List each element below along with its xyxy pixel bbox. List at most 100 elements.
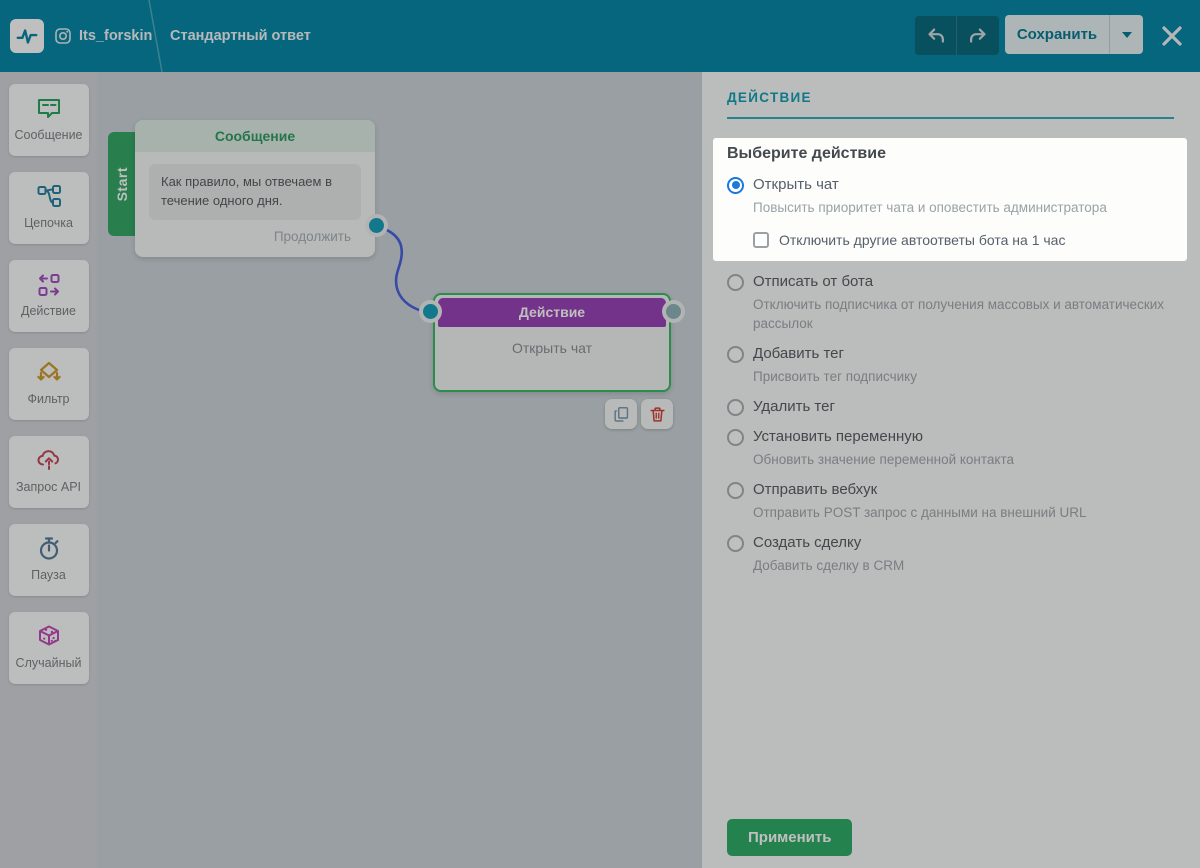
radio-unselected[interactable] [727,273,744,291]
duplicate-node-button[interactable] [605,399,637,429]
checkbox-unchecked[interactable] [753,232,769,248]
undo-icon [927,27,944,43]
random-icon [38,625,59,646]
option-description: Повысить приоритет чата и оповестить адм… [753,200,1107,215]
option-label[interactable]: Добавить тег [753,345,844,363]
option-label[interactable]: Установить переменную [753,428,923,446]
message-node-title: Сообщение [135,120,375,152]
option-description: Отправить POST запрос с данными на внешн… [753,505,1087,520]
action-option-add-tag: Добавить тег Присвоить тег подписчику [727,345,1174,386]
radio-selected[interactable] [727,176,744,194]
close-icon [1162,26,1182,46]
option-description: Присвоить тег подписчику [753,369,917,384]
action-settings-panel: ДЕЙСТВИЕ Выберите действие Открыть чат П… [702,72,1200,868]
trash-icon [649,406,665,422]
filter-icon [36,361,61,381]
continue-link[interactable]: Продолжить [135,229,351,244]
radio-unselected[interactable] [727,345,744,363]
option-description: Отключить подписчика от получения массов… [753,297,1165,331]
sidebar-item-label: Действие [21,304,76,318]
radio-unselected[interactable] [727,481,744,499]
message-node-text: Как правило, мы отвечаем в течение одног… [149,164,361,220]
radio-unselected[interactable] [727,428,744,446]
app-logo[interactable] [10,19,44,53]
caret-down-icon [1121,31,1132,38]
apply-button[interactable]: Применить [727,819,853,856]
redo-button[interactable] [957,16,999,55]
option-label[interactable]: Отписать от бота [753,273,873,291]
start-tab-label: Start [113,166,130,202]
option-row[interactable]: Открыть чат [727,176,1173,194]
output-connection-dot[interactable] [369,217,384,233]
sidebar-item-label: Фильтр [27,392,70,406]
sidebar-item-label: Запрос API [15,480,82,494]
option-label[interactable]: Создать сделку [753,534,861,552]
sidebar-item-label: Пауза [31,568,66,582]
save-dropdown-toggle[interactable] [1109,15,1143,54]
start-tab[interactable]: Start [108,132,135,236]
message-node[interactable]: Сообщение Как правило, мы отвечаем в теч… [135,120,384,257]
pulse-logo-icon [16,29,38,44]
option-row[interactable]: Отписать от бота [727,273,1174,291]
close-editor-button[interactable] [1158,23,1186,49]
sidebar-item-api-request[interactable]: Запрос API [8,436,89,508]
highlighted-choose-action-section: Выберите действие Открыть чат Повысить п… [713,138,1187,261]
action-node-selected[interactable]: Действие Открыть чат [423,293,681,392]
action-option-unsubscribe: Отписать от бота Отключить подписчика от… [727,273,1174,333]
radio-unselected[interactable] [727,398,744,416]
panel-title-rule [727,117,1174,119]
action-icon [38,274,59,296]
sidebar-item-chain[interactable]: Цепочка [8,172,89,244]
history-controls [915,16,999,55]
action-node-title: Действие [438,298,666,327]
sidebar-item-message[interactable]: Сообщение [8,84,89,156]
disable-autoreplies-row[interactable]: Отключить другие автоответы бота на 1 ча… [753,232,1173,248]
option-row[interactable]: Установить переменную [727,428,1174,446]
sidebar-item-action[interactable]: Действие [8,260,89,332]
action-option-set-variable: Установить переменную Обновить значение … [727,428,1174,469]
option-label[interactable]: Открыть чат [753,176,839,194]
chain-icon [37,185,61,207]
action-option-remove-tag: Удалить тег [727,398,1174,416]
sidebar-item-pause[interactable]: Пауза [8,524,89,596]
pause-icon [39,537,58,560]
option-row[interactable]: Удалить тег [727,398,1174,416]
section-heading: Выберите действие [727,145,886,162]
option-row[interactable]: Отправить вебхук [727,481,1174,499]
option-row[interactable]: Добавить тег [727,345,1174,363]
save-button[interactable]: Сохранить [1005,15,1143,54]
node-toolbar [605,399,673,429]
option-description: Обновить значение переменной контакта [753,452,1015,467]
radio-unselected[interactable] [727,534,744,552]
account-breadcrumb: Its_forskin [55,0,152,72]
flow-title: Стандартный ответ [170,28,311,44]
checkbox-label[interactable]: Отключить другие автоответы бота на 1 ча… [779,232,1065,248]
panel-title: ДЕЙСТВИЕ [727,90,812,105]
option-label[interactable]: Отправить вебхук [753,481,877,499]
sidebar-item-label: Цепочка [24,216,73,230]
action-option-send-webhook: Отправить вебхук Отправить POST запрос с… [727,481,1174,522]
output-connection-dot[interactable] [666,304,681,319]
option-row[interactable]: Создать сделку [727,534,1174,552]
sidebar-item-label: Случайный [15,656,82,670]
node-palette: Сообщение Цепочка Действие Фильтр Запрос… [0,72,97,868]
option-description: Добавить сделку в CRM [753,558,905,573]
redo-icon [970,27,986,43]
input-connection-dot[interactable] [423,304,438,319]
sidebar-item-label: Сообщение [14,128,83,142]
api-icon [37,450,59,470]
option-label[interactable]: Удалить тег [753,398,835,416]
sidebar-item-filter[interactable]: Фильтр [8,348,89,420]
flow-canvas[interactable]: Start Сообщение Как правило, мы отвечаем… [97,72,702,868]
action-option-create-deal: Создать сделку Добавить сделку в CRM [727,534,1174,575]
action-option-open-chat: Открыть чат Повысить приоритет чата и оп… [727,176,1173,248]
instagram-icon [55,28,71,44]
sidebar-item-random[interactable]: Случайный [8,612,89,684]
delete-node-button[interactable] [641,399,673,429]
action-node-text: Открыть чат [511,340,593,356]
undo-button[interactable] [915,16,957,55]
top-header: Its_forskin Стандартный ответ Сохранить [0,0,1200,72]
account-name: Its_forskin [79,28,153,44]
breadcrumb-divider [148,0,163,72]
message-icon [37,99,60,118]
